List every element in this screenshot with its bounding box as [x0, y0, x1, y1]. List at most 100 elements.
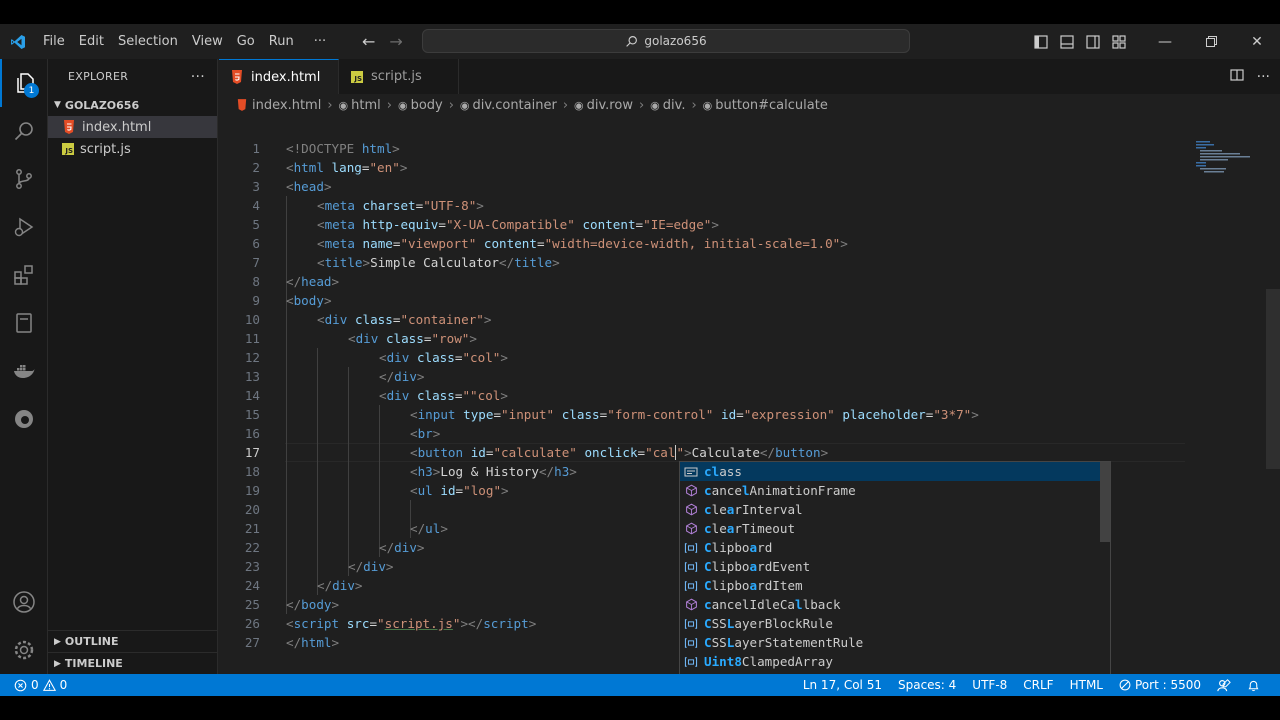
breadcrumb-item[interactable]: ◉ body	[398, 98, 443, 113]
code-text: <div class="row">	[348, 331, 477, 346]
suggestion-item[interactable]: cancelAnimationFrame	[680, 481, 1110, 500]
breadcrumb-item[interactable]: ◉ button#calculate	[703, 98, 828, 113]
keyword-symbol-icon	[684, 465, 698, 479]
source-control-activity[interactable]	[0, 155, 48, 203]
minimize-button[interactable]: —	[1142, 24, 1188, 59]
notifications-bell-icon[interactable]	[1239, 679, 1268, 692]
menu-more[interactable]: ···	[307, 24, 333, 59]
code-line-current: 17 <button id="calculate" onclick="cal">…	[219, 443, 1259, 462]
file-item-script-js[interactable]: JS script.js	[48, 138, 217, 160]
method-symbol-icon	[684, 598, 698, 612]
method-symbol-icon	[684, 484, 698, 498]
line-number: 5	[252, 217, 260, 232]
toggle-panel-icon[interactable]	[1054, 24, 1080, 59]
encoding[interactable]: UTF-8	[964, 678, 1015, 692]
timeline-label: TIMELINE	[64, 657, 123, 670]
suggestion-item[interactable]: ClipboardItem	[680, 576, 1110, 595]
feedback-icon[interactable]	[1209, 678, 1239, 692]
suggest-widget: class cancelAnimationFrame clearInterval cl…	[679, 461, 1111, 692]
split-editor-icon[interactable]	[1229, 67, 1245, 87]
more-actions-icon[interactable]: ···	[1257, 69, 1270, 85]
menu-edit[interactable]: Edit	[72, 24, 111, 59]
indentation[interactable]: Spaces: 4	[890, 678, 964, 692]
suggestion-item[interactable]: ClipboardEvent	[680, 557, 1110, 576]
suggestion-item[interactable]: cancelIdleCallback	[680, 595, 1110, 614]
outline-section[interactable]: ▶ OUTLINE	[48, 630, 218, 652]
customize-layout-icon[interactable]	[1106, 24, 1132, 59]
back-arrow-icon[interactable]: ←	[362, 32, 375, 51]
docker-activity[interactable]	[0, 347, 48, 395]
file-item-index-html[interactable]: index.html	[48, 116, 217, 138]
line-number: 15	[244, 407, 260, 422]
manage-activity[interactable]	[0, 626, 48, 674]
search-text: golazo656	[644, 34, 707, 48]
suggestion-label: Clipboard	[704, 540, 773, 555]
code-text: </html>	[286, 635, 340, 650]
breadcrumb-item[interactable]: ◉ div.	[650, 98, 685, 113]
explorer-activity[interactable]: 1	[0, 59, 48, 107]
code-text: <div class="container">	[317, 312, 492, 327]
js-file-icon: JS	[62, 143, 74, 155]
close-window-button[interactable]: ✕	[1234, 24, 1280, 59]
line-number: 13	[244, 369, 260, 384]
explorer-title: EXPLORER	[68, 70, 129, 83]
suggestion-label: cancelAnimationFrame	[704, 483, 856, 498]
suggestion-item[interactable]: Uint8ClampedArray	[680, 652, 1110, 671]
source-control-icon	[16, 169, 32, 189]
timeline-section[interactable]: ▶ TIMELINE	[48, 652, 218, 674]
suggestion-item[interactable]: clearInterval	[680, 500, 1110, 519]
breadcrumb-item[interactable]: index.html	[235, 98, 321, 113]
breadcrumb-item[interactable]: ◉ div.container	[460, 98, 557, 113]
accounts-activity[interactable]	[0, 578, 48, 626]
problems-status[interactable]: 0 0	[14, 678, 75, 692]
edge-devtools-activity[interactable]	[0, 395, 48, 443]
tab-index-html[interactable]: index.html	[219, 59, 339, 94]
minimap[interactable]	[1196, 139, 1266, 199]
breadcrumb-item[interactable]: ◉ div.row	[574, 98, 633, 113]
symbol-icon: ◉	[397, 98, 408, 112]
cursor-position[interactable]: Ln 17, Col 51	[795, 678, 890, 692]
menu-selection[interactable]: Selection	[111, 24, 185, 59]
breadcrumb-item[interactable]: ◉ html	[339, 98, 381, 113]
variable-symbol-icon	[684, 636, 698, 650]
end-of-line[interactable]: CRLF	[1015, 678, 1061, 692]
toggle-primary-sidebar-icon[interactable]	[1028, 24, 1054, 59]
tab-label: script.js	[371, 69, 422, 84]
symbol-icon: ◉	[459, 98, 470, 112]
folder-section[interactable]: ▼ GOLAZO656	[48, 94, 217, 116]
suggestion-label: Uint8ClampedArray	[704, 654, 833, 669]
line-number: 24	[244, 578, 260, 593]
code-text: </div>	[317, 578, 363, 593]
code-text: </ul>	[410, 521, 448, 536]
suggestion-item[interactable]: Clipboard	[680, 538, 1110, 557]
forward-arrow-icon[interactable]: →	[389, 32, 402, 51]
command-center-search[interactable]: golazo656	[422, 29, 910, 53]
suggest-scrollbar[interactable]	[1100, 462, 1110, 542]
variable-symbol-icon	[684, 655, 698, 669]
search-activity[interactable]	[0, 107, 48, 155]
menu-go[interactable]: Go	[230, 24, 262, 59]
menu-view[interactable]: View	[185, 24, 230, 59]
suggestion-item[interactable]: class	[680, 462, 1110, 481]
menu-run[interactable]: Run	[262, 24, 301, 59]
editor-actions: ···	[1229, 59, 1270, 94]
explorer-more-button[interactable]: ···	[191, 69, 205, 85]
toggle-secondary-sidebar-icon[interactable]	[1080, 24, 1106, 59]
suggestion-label: class	[704, 464, 742, 479]
suggestion-item[interactable]: CSSLayerStatementRule	[680, 633, 1110, 652]
code-text: <!DOCTYPE html>	[286, 141, 400, 156]
language-mode[interactable]: HTML	[1062, 678, 1111, 692]
code-line: 5 <meta http-equiv="X-UA-Compatible" con…	[219, 215, 1259, 234]
run-debug-activity[interactable]	[0, 203, 48, 251]
remote-explorer-activity[interactable]	[0, 299, 48, 347]
menu-file[interactable]: File	[36, 24, 72, 59]
suggestion-item[interactable]: clearTimeout	[680, 519, 1110, 538]
tab-script-js[interactable]: JS script.js	[339, 59, 459, 94]
vertical-scrollbar[interactable]	[1266, 289, 1280, 469]
suggestion-item[interactable]: CSSLayerBlockRule	[680, 614, 1110, 633]
extensions-activity[interactable]	[0, 251, 48, 299]
live-server-port[interactable]: Port : 5500	[1111, 678, 1209, 692]
code-line: 13 </div>	[219, 367, 1259, 386]
line-number: 23	[244, 559, 260, 574]
restore-button[interactable]	[1188, 24, 1234, 59]
